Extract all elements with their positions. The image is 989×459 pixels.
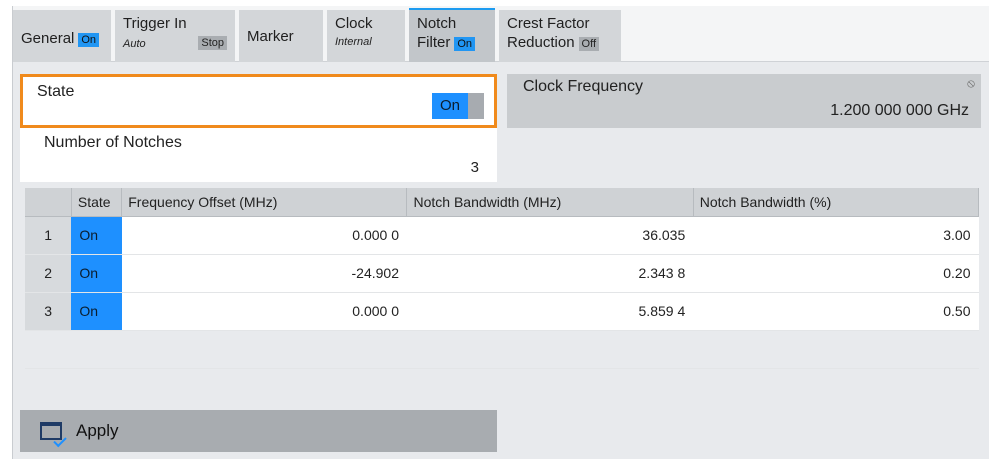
apply-icon xyxy=(40,422,62,440)
col-header-bandwidth-pct: Notch Bandwidth (%) xyxy=(693,188,980,217)
clock-frequency-value: 1.200 000 000 GHz xyxy=(830,102,969,119)
tab-notch-filter[interactable]: Notch Filter On xyxy=(409,8,495,62)
notch-table: State Frequency Offset (MHz) Notch Bandw… xyxy=(25,188,980,369)
settings-panel: State On Number of Notches 3 Clock Frequ… xyxy=(13,64,989,459)
tab-trigger-in-sub: Auto xyxy=(123,38,146,50)
tab-notch-filter-badge: On xyxy=(454,37,476,51)
tab-crest-factor-line1: Crest Factor xyxy=(507,15,590,32)
col-header-bandwidth-mhz: Notch Bandwidth (MHz) xyxy=(406,188,694,217)
bandwidth-mhz-cell[interactable]: 36.035 xyxy=(406,216,694,255)
apply-label: Apply xyxy=(76,421,119,440)
frequency-offset-cell[interactable]: 0.000 0 xyxy=(121,216,407,255)
row-state-toggle[interactable]: On xyxy=(71,254,122,293)
tab-general-badge: On xyxy=(78,33,100,47)
row-number: 2 xyxy=(25,254,72,293)
tab-bar: General On Trigger In Auto Stop Marker C… xyxy=(13,6,989,62)
tab-crest-factor-badge: Off xyxy=(578,37,600,51)
row-number: 3 xyxy=(25,292,72,331)
tab-trigger-in[interactable]: Trigger In Auto Stop xyxy=(115,10,235,62)
empty-cell xyxy=(71,330,979,369)
number-of-notches-value: 3 xyxy=(470,159,479,176)
row-state-toggle[interactable]: On xyxy=(71,216,122,255)
state-field[interactable]: State On xyxy=(20,74,497,128)
clock-frequency-field: Clock Frequency ⦸ 1.200 000 000 GHz xyxy=(507,74,981,128)
frequency-offset-cell[interactable]: 0.000 0 xyxy=(121,292,407,331)
bandwidth-pct-cell[interactable]: 0.20 xyxy=(693,254,979,293)
tab-general-label: General xyxy=(21,30,75,47)
row-state-toggle[interactable]: On xyxy=(71,292,122,331)
tab-crest-factor[interactable]: Crest Factor Reduction Off xyxy=(499,10,621,62)
tab-notch-filter-line2: Filter xyxy=(417,34,451,51)
row-number: 1 xyxy=(25,216,72,255)
bandwidth-pct-cell[interactable]: 3.00 xyxy=(693,216,979,255)
tab-clock[interactable]: Clock Internal xyxy=(327,10,405,62)
table-row: 2 On -24.902 2.343 8 0.20 xyxy=(25,254,979,293)
state-toggle[interactable]: On xyxy=(431,93,484,119)
read-only-icon: ⦸ xyxy=(967,76,975,90)
state-toggle-value: On xyxy=(431,93,468,119)
bandwidth-mhz-cell[interactable]: 5.859 4 xyxy=(406,292,694,331)
number-of-notches-field[interactable]: Number of Notches 3 xyxy=(20,128,497,182)
tab-notch-filter-line1: Notch xyxy=(417,15,457,32)
tab-trigger-in-label: Trigger In xyxy=(123,15,187,32)
table-row: 1 On 0.000 0 36.035 3.00 xyxy=(25,216,979,255)
state-toggle-knob xyxy=(468,93,484,119)
notch-filter-dialog: General On Trigger In Auto Stop Marker C… xyxy=(12,6,989,459)
bandwidth-mhz-cell[interactable]: 2.343 8 xyxy=(406,254,694,293)
tab-crest-factor-line2: Reduction xyxy=(507,34,575,51)
table-empty-row xyxy=(25,330,979,369)
tab-marker[interactable]: Marker xyxy=(239,10,323,62)
clock-frequency-label: Clock Frequency xyxy=(523,78,644,95)
apply-button[interactable]: Apply xyxy=(20,410,497,452)
table-header-row: State Frequency Offset (MHz) Notch Bandw… xyxy=(25,188,980,217)
tab-clock-sub: Internal xyxy=(335,36,372,48)
empty-cell xyxy=(25,330,72,369)
tab-trigger-in-badge: Stop xyxy=(198,36,227,50)
col-header-frequency-offset: Frequency Offset (MHz) xyxy=(121,188,408,217)
col-header-state: State xyxy=(71,188,123,217)
state-label: State xyxy=(37,83,75,100)
col-header-index xyxy=(25,188,72,217)
number-of-notches-label: Number of Notches xyxy=(44,134,182,151)
tab-general[interactable]: General On xyxy=(13,10,111,62)
bandwidth-pct-cell[interactable]: 0.50 xyxy=(693,292,979,331)
frequency-offset-cell[interactable]: -24.902 xyxy=(121,254,407,293)
tab-marker-label: Marker xyxy=(247,28,294,45)
tab-clock-label: Clock xyxy=(335,15,373,32)
table-row: 3 On 0.000 0 5.859 4 0.50 xyxy=(25,292,979,331)
